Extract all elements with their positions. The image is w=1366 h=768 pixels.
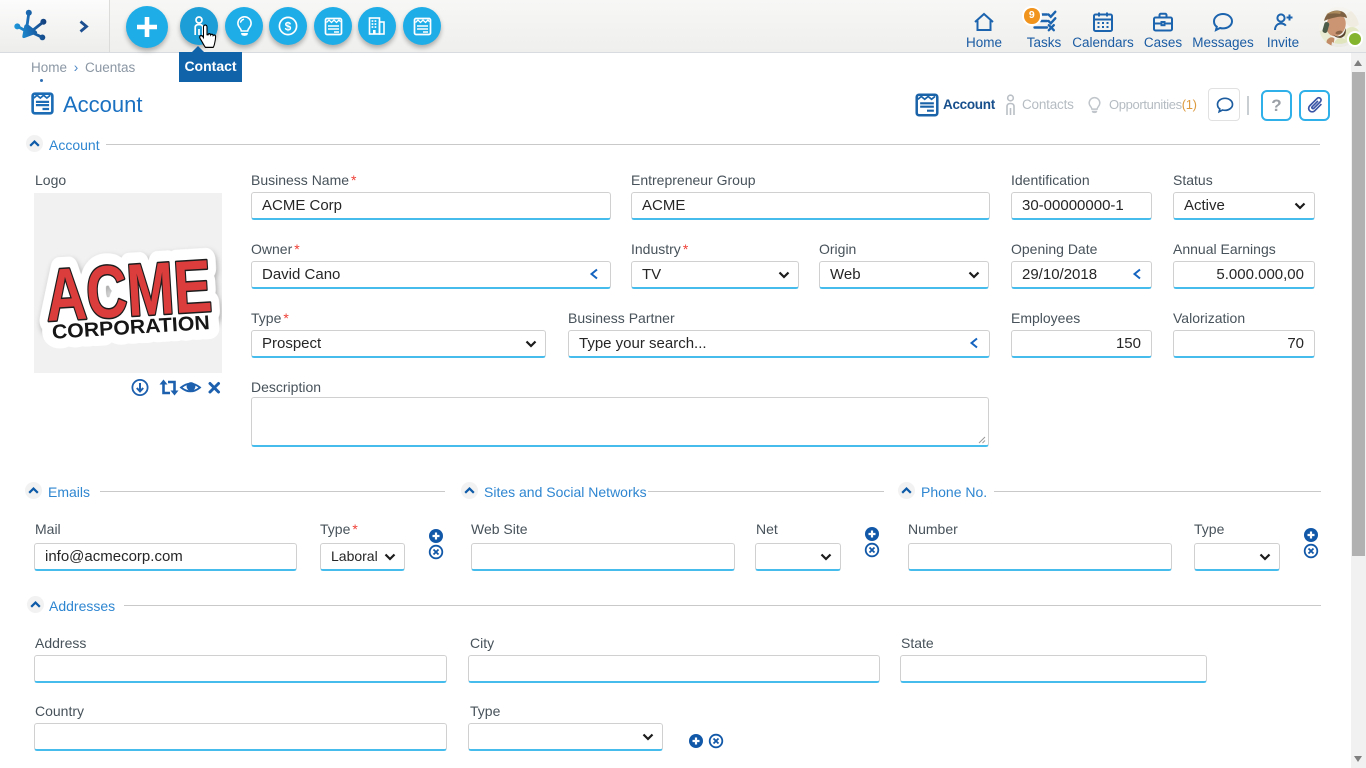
svg-text:$: $ bbox=[285, 19, 292, 33]
